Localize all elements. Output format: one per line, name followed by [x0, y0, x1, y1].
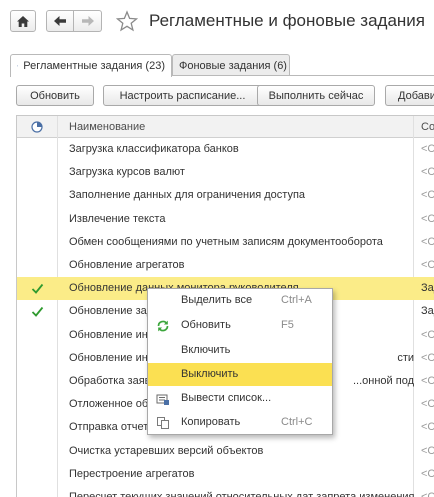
job-name-cell: Обмен сообщениями по учетным записям док…: [69, 235, 383, 248]
menu-item-copy[interactable]: Копировать Ctrl+C: [148, 411, 332, 434]
status-column-header[interactable]: [31, 116, 45, 138]
job-state-cell: Зад: [421, 305, 434, 318]
title-bar: Регламентные и фоновые задания: [0, 0, 434, 44]
job-name-cell: Извлечение текста: [69, 212, 166, 225]
table-header: Наименование Сос: [17, 116, 434, 138]
menu-item-enable[interactable]: Включить: [148, 339, 332, 362]
home-button[interactable]: [10, 10, 36, 32]
job-state-cell: <Се: [421, 189, 434, 202]
configure-schedule-button[interactable]: Настроить расписание...: [103, 85, 262, 106]
menu-item-label: Включить: [181, 344, 231, 356]
menu-item-label: Выделить все: [181, 294, 253, 306]
status-clock-icon: [31, 121, 43, 133]
table-row[interactable]: Обновление агрегатов <Се: [17, 254, 434, 277]
tab-label: Регламентные задания (23): [23, 60, 165, 72]
refresh-button[interactable]: Обновить: [16, 85, 94, 106]
menu-item-label: Обновить: [181, 319, 231, 331]
add-button[interactable]: Добави: [385, 85, 434, 106]
job-name-cell: Очистка устаревших версий объектов: [69, 444, 264, 457]
table-row[interactable]: Извлечение текста <Се: [17, 208, 434, 231]
tab-scheduled-jobs[interactable]: Регламентные задания (23): [10, 54, 172, 77]
menu-item-shortcut: Ctrl+C: [281, 416, 313, 428]
favorite-star-icon[interactable]: [116, 10, 138, 32]
table-row[interactable]: Пересчет текущих значений относительных …: [17, 486, 434, 497]
job-state-cell: <Се: [421, 444, 434, 457]
table-row[interactable]: Заполнение данных для ограничения доступ…: [17, 184, 434, 207]
job-name-cell: Пересчет текущих значений относительных …: [69, 491, 415, 497]
tab-background-jobs[interactable]: Фоновые задания (6): [172, 54, 290, 76]
table-row[interactable]: Загрузка классификатора банков <Се: [17, 138, 434, 161]
menu-item-label: Вывести список...: [181, 392, 272, 404]
table-row[interactable]: Перестроение агрегатов <Се: [17, 463, 434, 486]
job-state-cell: <Се: [421, 375, 434, 387]
menu-item-select-all[interactable]: Выделить все Ctrl+A: [148, 289, 332, 312]
tab-strip: Регламентные задания (23) Фоновые задани…: [10, 54, 434, 77]
menu-item-disable[interactable]: Выключить: [148, 363, 332, 386]
state-column-header[interactable]: Сос: [421, 116, 434, 138]
job-state-cell: <Се: [421, 328, 434, 341]
job-name-cell-tail: сти: [397, 351, 414, 364]
back-button[interactable]: [46, 10, 74, 32]
job-name-cell: Заполнение данных для ограничения доступ…: [69, 189, 306, 202]
menu-item-shortcut: Ctrl+A: [281, 294, 312, 306]
job-state-cell: <Се: [421, 143, 434, 155]
table-row[interactable]: Очистка устаревших версий объектов <Се: [17, 440, 434, 463]
menu-item-label: Выключить: [181, 368, 239, 380]
run-now-button[interactable]: Выполнить сейчас: [257, 85, 375, 106]
forward-arrow-icon: [81, 16, 94, 26]
menu-item-output-list[interactable]: Вывести список...: [148, 387, 332, 410]
copy-icon: [157, 417, 169, 429]
table-row[interactable]: Обмен сообщениями по учетным записям док…: [17, 231, 434, 254]
job-name-cell: Обновление инд: [69, 328, 155, 341]
output-list-icon: [156, 394, 169, 405]
job-name-cell: Перестроение агрегатов: [69, 467, 195, 480]
job-name-cell: Обновление агрегатов: [69, 259, 185, 271]
table-row[interactable]: Загрузка курсов валют <Се: [17, 161, 434, 184]
job-state-cell: <Се: [421, 467, 434, 480]
job-state-cell: <Се: [421, 212, 434, 225]
refresh-icon: [157, 320, 169, 332]
job-name-cell-tail: онной под...: [352, 375, 414, 387]
back-arrow-icon: [54, 16, 66, 26]
context-menu: Выделить все Ctrl+A Обновить F5 Включить…: [147, 288, 333, 435]
job-state-cell: <Се: [421, 235, 434, 248]
job-name-cell: Загрузка курсов валют: [69, 166, 185, 179]
tab-label: Фоновые задания (6): [179, 59, 287, 72]
forward-button[interactable]: [74, 10, 102, 32]
menu-item-shortcut: F5: [281, 319, 294, 331]
job-name-cell: Обработка заявл: [69, 375, 157, 387]
home-icon: [17, 15, 29, 27]
job-state-cell: <Се: [421, 491, 434, 497]
job-name-cell: Отложенное обн: [69, 398, 155, 411]
job-state-cell: <Се: [421, 259, 434, 271]
command-bar: Обновить Настроить расписание... Выполни…: [16, 85, 434, 107]
page-title: Регламентные и фоновые задания: [149, 11, 425, 30]
checkmark-icon: [31, 307, 44, 318]
job-name-cell: Обновление инд: [69, 351, 155, 364]
job-name-cell: Обновление зад: [69, 305, 154, 318]
job-name-cell: Загрузка классификатора банков: [69, 143, 239, 155]
job-name-cell: Отправка отчетн: [69, 421, 155, 434]
job-state-cell: <Се: [421, 166, 434, 179]
menu-item-refresh[interactable]: Обновить F5: [148, 314, 332, 337]
menu-item-label: Копировать: [181, 416, 241, 428]
checkmark-icon: [31, 284, 44, 295]
job-state-cell: <Се: [421, 351, 434, 364]
scheduled-clock-icon: [17, 65, 19, 67]
job-state-cell: Зад: [421, 282, 434, 295]
job-state-cell: <Се: [421, 398, 434, 411]
name-column-header[interactable]: Наименование: [69, 116, 145, 138]
job-state-cell: <Се: [421, 421, 434, 434]
